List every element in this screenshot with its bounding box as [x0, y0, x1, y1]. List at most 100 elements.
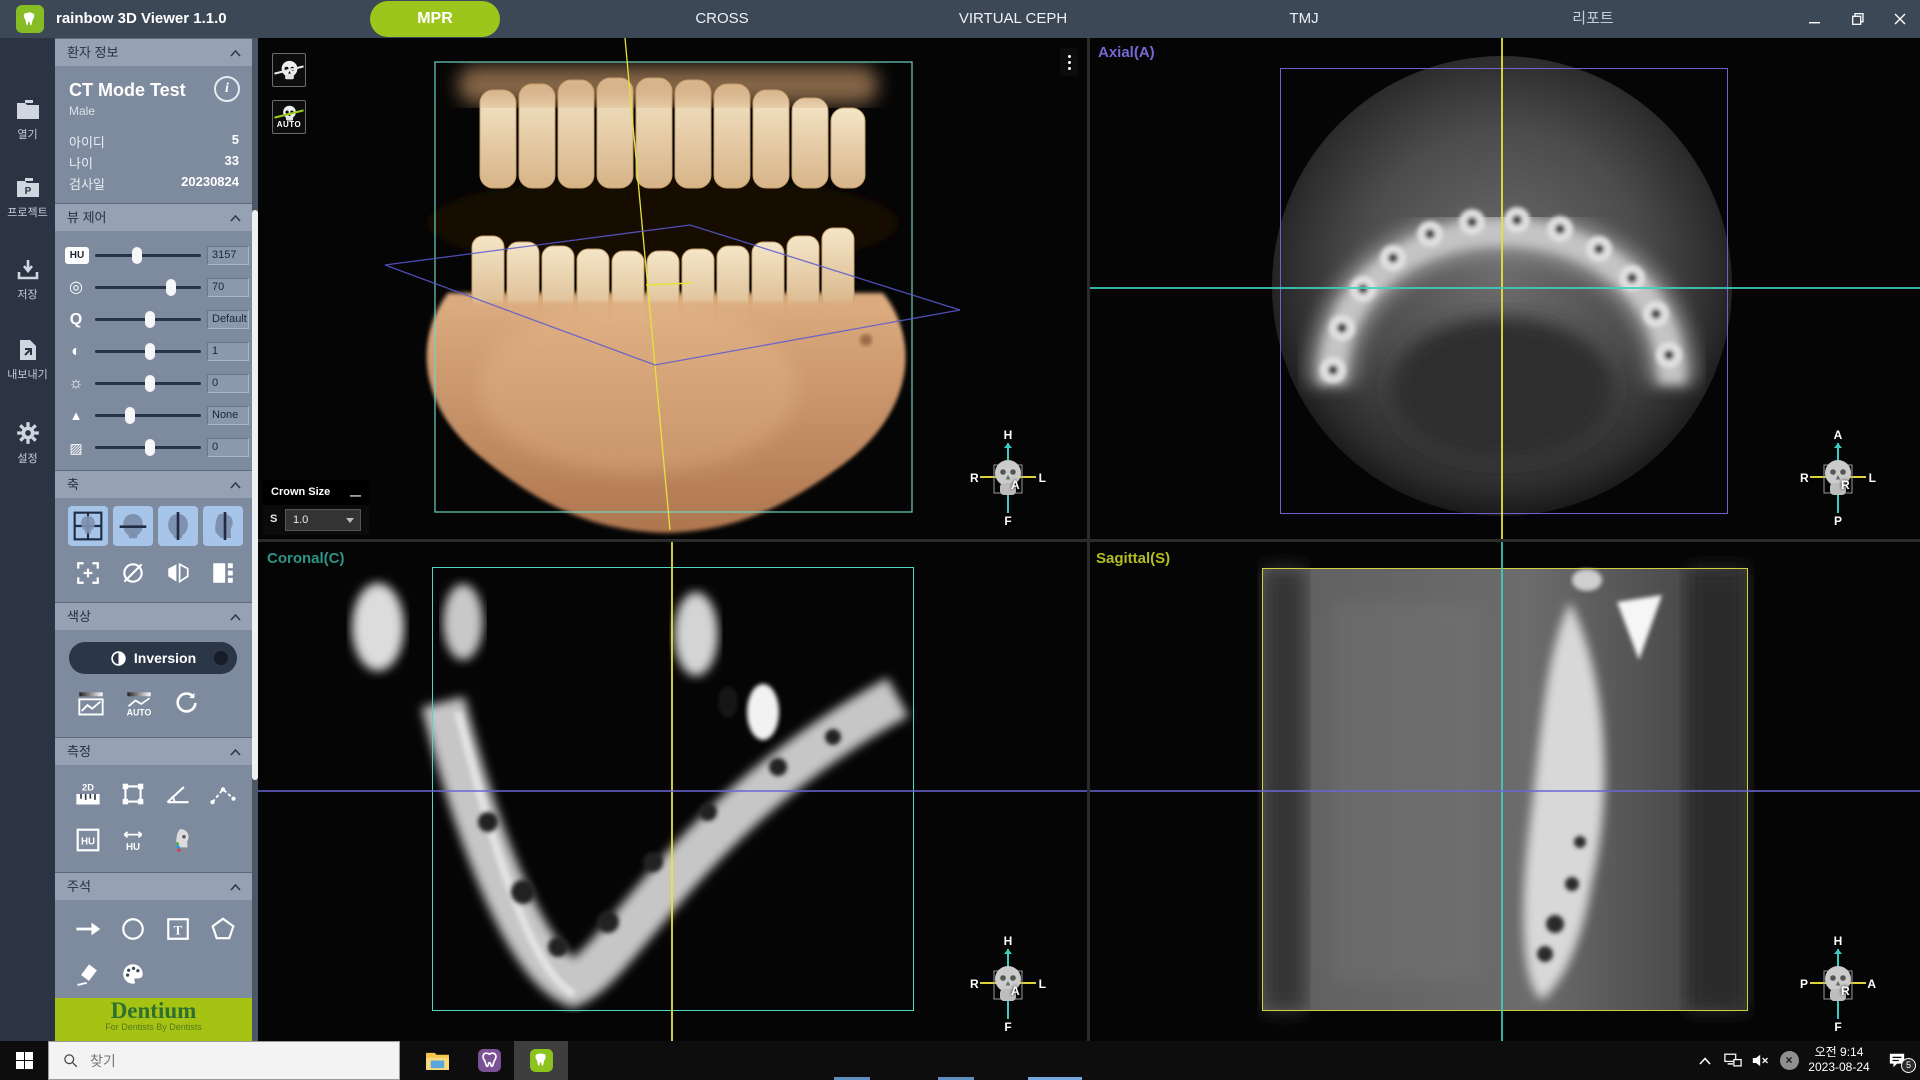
minimize-button[interactable] [1794, 0, 1834, 38]
hu-threshold-slider[interactable] [95, 254, 201, 257]
brightness-slider[interactable] [95, 382, 201, 385]
search-input[interactable] [90, 1053, 360, 1069]
titlebar: rainbow 3D Viewer 1.1.0 MPR CROSS VIRTUA… [0, 0, 1920, 38]
polygon-annotation-icon[interactable] [208, 914, 238, 944]
quality-icon: Q [63, 309, 89, 331]
nav-settings[interactable]: 설정 [0, 420, 55, 466]
reset-icon[interactable] [171, 688, 201, 718]
viewport-3d[interactable]: AUTO Crown Size— S 1.0 H F R L A [258, 38, 1087, 539]
taskbar-clock[interactable]: 오전 9:14 2023-08-24 [1800, 1045, 1878, 1075]
viewport-sagittal[interactable]: Sagittal(S) H F P A R [1090, 542, 1920, 1041]
axial-ct-image [1268, 54, 1736, 522]
axial-view-button[interactable] [113, 506, 153, 546]
windows-logo-icon [16, 1052, 33, 1069]
inversion-toggle[interactable]: Inversion [69, 642, 237, 674]
airway-skull-icon[interactable] [163, 825, 193, 855]
tray-network[interactable] [1720, 1041, 1746, 1080]
tray-volume-muted[interactable] [1748, 1041, 1774, 1080]
close-button[interactable] [1880, 0, 1920, 38]
quad-view-button[interactable] [68, 506, 108, 546]
layout-icon[interactable] [208, 558, 238, 588]
quality-value[interactable]: Default [207, 310, 249, 329]
chevron-up-icon [230, 614, 241, 621]
tray-status-circle[interactable]: × [1776, 1041, 1802, 1080]
center-crosshair-icon[interactable] [73, 558, 103, 588]
sharpen-value[interactable]: None [207, 406, 249, 425]
tab-virtual-ceph[interactable]: VIRTUAL CEPH [930, 0, 1096, 38]
contrast-slider[interactable] [95, 350, 201, 353]
polyline-angle-icon[interactable] [208, 779, 238, 809]
app-logo-tooth-icon [16, 5, 44, 33]
gradient-slider[interactable] [95, 446, 201, 449]
axial-view-icon [117, 510, 149, 542]
tray-expand-chevron[interactable] [1694, 1041, 1716, 1080]
area-select-icon[interactable] [118, 779, 148, 809]
hide-crosshair-icon[interactable] [118, 558, 148, 588]
volume-render-3d [258, 38, 1087, 539]
sharpen-slider[interactable] [95, 414, 201, 417]
opacity-slider[interactable] [95, 286, 201, 289]
hu-threshold-value[interactable]: 3157 [207, 246, 249, 265]
coronal-view-button[interactable] [158, 506, 198, 546]
restore-button[interactable] [1838, 0, 1878, 38]
view-control-header[interactable]: 뷰 제어 [55, 203, 252, 231]
view-menu-button[interactable] [1060, 48, 1078, 76]
viewport-axial[interactable]: Axial(A) A P R L R [1090, 38, 1920, 539]
taskbar-file-explorer[interactable] [414, 1041, 460, 1080]
sagittal-ct-image [1090, 542, 1920, 1041]
angle-icon[interactable] [163, 779, 193, 809]
tab-report[interactable]: 리포트 [1545, 0, 1641, 38]
auto-histogram-icon[interactable]: AUTO [124, 689, 154, 719]
opacity-value[interactable]: 70 [207, 278, 249, 297]
orientation-cube-axial[interactable]: A P R L R [1800, 430, 1876, 526]
axis-section-header[interactable]: 축 [55, 470, 252, 498]
tab-tmj[interactable]: TMJ [1262, 0, 1346, 38]
taskbar-dental-app[interactable] [466, 1041, 512, 1080]
color-section-header[interactable]: 색상 [55, 602, 252, 630]
sagittal-view-button[interactable] [203, 506, 243, 546]
histogram-icon[interactable] [76, 689, 106, 719]
chevron-down-icon [346, 518, 354, 523]
taskbar-search[interactable] [48, 1041, 400, 1080]
patient-info-button[interactable]: i [214, 76, 240, 102]
axial-label: Axial(A) [1098, 44, 1155, 61]
circle-annotation-icon[interactable] [118, 914, 148, 944]
brightness-value[interactable]: 0 [207, 374, 249, 393]
quality-slider[interactable] [95, 318, 201, 321]
ruler-2d-icon[interactable]: 2D [73, 779, 103, 809]
crown-size-select[interactable]: 1.0 [285, 509, 361, 531]
svg-text:HU: HU [81, 836, 95, 847]
palette-icon[interactable] [118, 959, 148, 989]
chevron-up-icon [1699, 1057, 1711, 1065]
annotation-section-header[interactable]: 주석 [55, 872, 252, 900]
gradient-value[interactable]: 0 [207, 438, 249, 457]
measure-section-header[interactable]: 측정 [55, 737, 252, 765]
nav-export[interactable]: 내보내기 [0, 338, 55, 382]
project-folder-icon: P [15, 176, 41, 200]
nav-save[interactable]: 저장 [0, 258, 55, 302]
taskbar-rainbow-viewer[interactable] [514, 1041, 568, 1080]
quad-view-icon [72, 510, 104, 542]
hu-line-icon[interactable]: HU [118, 825, 148, 855]
chevron-up-icon [230, 215, 241, 222]
tab-mpr[interactable]: MPR [370, 1, 500, 37]
sharpen-icon: ▲ [63, 405, 89, 427]
skull-opacity-button[interactable] [272, 53, 306, 87]
contrast-value[interactable]: 1 [207, 342, 249, 361]
hu-probe-icon[interactable]: HU [73, 825, 103, 855]
start-button[interactable] [0, 1041, 48, 1080]
green-tooth-app-icon [529, 1048, 554, 1073]
tab-cross[interactable]: CROSS [660, 0, 784, 38]
text-annotation-icon[interactable]: T [163, 914, 193, 944]
nav-open[interactable]: 열기 [0, 98, 55, 142]
freehand-pen-icon[interactable] [73, 959, 103, 989]
left-nav-rail: 열기 P 프로젝트 저장 내보내기 설정 [0, 38, 55, 1041]
nav-project[interactable]: P 프로젝트 [0, 176, 55, 220]
chevron-up-icon [230, 749, 241, 756]
viewport-coronal[interactable]: Coronal(C) H F R L A [258, 542, 1087, 1041]
patient-section-header[interactable]: 환자 정보 [55, 38, 252, 66]
flip-icon[interactable] [163, 558, 193, 588]
svg-text:T: T [174, 922, 183, 937]
skull-auto-button[interactable]: AUTO [272, 100, 306, 134]
arrow-annotation-icon[interactable] [73, 914, 103, 944]
